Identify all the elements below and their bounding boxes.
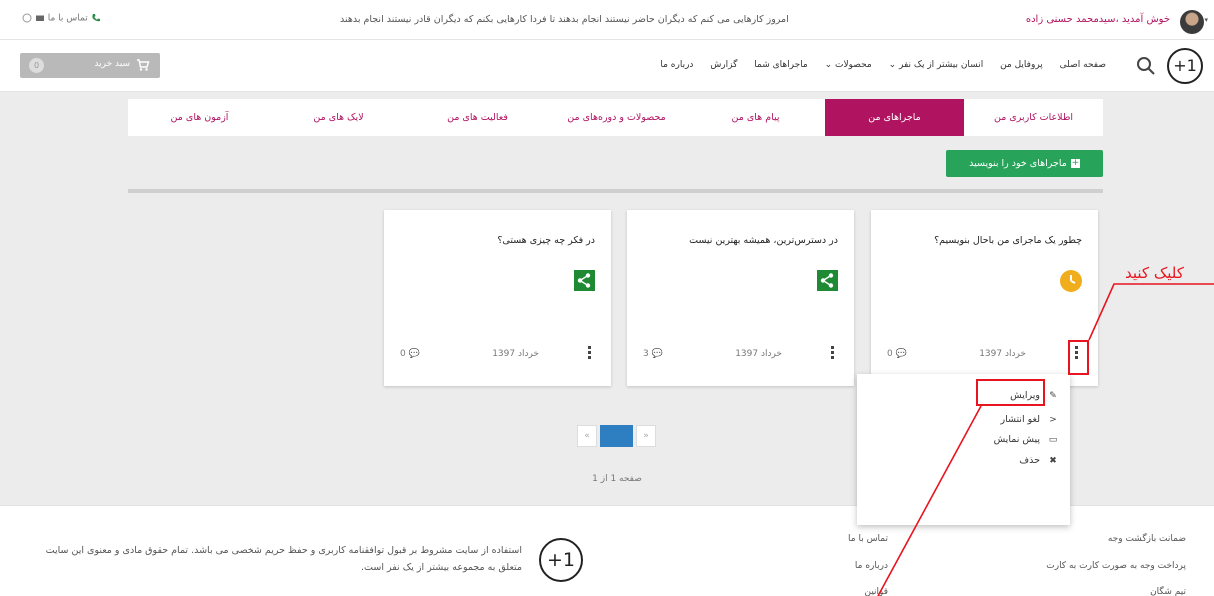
menu-item-products[interactable]: محصولات ⌄ [825,60,872,70]
menu-item-about[interactable]: درباره ما [660,60,693,70]
tab-my-messages[interactable]: پیام های من [686,99,825,136]
menu-item-more-than-one[interactable]: انسان بیشتر از یک نفر ⌄ [889,60,984,70]
footer-terms-text: استفاده از سایت مشروط بر قبول توافقنامه … [45,545,522,573]
story-card[interactable]: چطور یک ماجرای من باحال بنویسیم؟ خرداد 1… [871,210,1098,386]
comment-icon: 💬 [651,349,663,359]
pagination: « 1 » [577,425,656,447]
profile-tabs: اطلاعات کاربری من ماجراهای من پیام های م… [128,99,1103,136]
story-date: خرداد 1397 [735,349,782,359]
share-icon[interactable] [574,270,595,291]
footer-link-rules[interactable]: قوانین [864,587,888,596]
menu-item-profile[interactable]: پروفایل من [1000,60,1043,70]
comment-icon: 💬 [408,349,420,359]
clock-icon [1060,270,1082,292]
story-title[interactable]: در فکر چه چیزی هستی؟ [497,235,595,246]
cart-button[interactable]: سبد خرید 0 [20,53,160,78]
menu-item-preview[interactable]: ▭ پیش نمایش [994,434,1058,445]
write-story-label: ماجراهای خود را بنویسید [969,158,1067,169]
main-navbar: +1 صفحه اصلی پروفایل من انسان بیشتر از ی… [0,40,1214,92]
comment-count-value: 0 [887,349,893,359]
tab-my-likes[interactable]: لایک های من [269,99,408,136]
phone-icon [91,14,100,22]
pagination-prev[interactable]: « [577,425,597,447]
share-icon[interactable] [817,270,838,291]
contact-link[interactable]: تماس با ما [22,13,101,24]
menu-item-stories[interactable]: ماجراهای شما [754,60,807,70]
menu-item-unpublish[interactable]: < لغو انتشار [1000,414,1058,425]
cart-count-badge: 0 [29,58,44,73]
comment-icon: 💬 [895,349,907,359]
menu-item-home[interactable]: صفحه اصلی [1060,60,1106,70]
story-date: خرداد 1397 [492,349,539,359]
cart-icon [137,59,150,71]
tab-my-exams[interactable]: آزمون های من [130,99,269,136]
story-title[interactable]: در دسترس‌ترین، همیشه بهترین نیست [689,235,838,246]
footer-link-about[interactable]: درباره ما [855,561,888,571]
menu-item-label: لغو انتشار [1000,414,1040,425]
site-logo[interactable]: +1 [1167,48,1203,84]
tab-my-stories[interactable]: ماجراهای من [825,99,964,136]
menu-item-delete[interactable]: ✖ حذف [1019,455,1058,466]
comment-count-value: 3 [643,349,649,359]
share-icon: < [1049,415,1057,425]
pagination-next[interactable]: » [636,425,656,447]
search-icon[interactable] [1136,56,1156,76]
close-icon: ✖ [1049,456,1057,466]
footer-logo[interactable]: +1 [539,538,583,582]
menu-item-label: حذف [1019,455,1040,466]
mail-icon [35,15,44,21]
comment-count: 0 💬 [887,349,907,359]
write-story-button[interactable]: +ماجراهای خود را بنویسید [946,150,1103,177]
pagination-page-current[interactable]: 1 [600,425,633,447]
cart-label: سبد خرید [94,59,130,69]
tab-my-activities[interactable]: فعالیت های من [408,99,547,136]
tab-user-info[interactable]: اطلاعات کاربری من [964,99,1103,136]
top-bar: ▾ خوش آمدید ،سیدمحمد حسنی زاده امروز کار… [0,0,1214,40]
story-card[interactable]: در دسترس‌ترین، همیشه بهترین نیست خرداد 1… [627,210,854,386]
annotation-highlight-kebab [1068,340,1089,375]
divider [128,189,1103,193]
pagination-info: صفحه 1 از 1 [592,474,642,484]
comment-count-value: 0 [400,349,406,359]
footer-link-contact[interactable]: تماس با ما [848,534,888,544]
clock-small-icon [22,13,32,23]
menu-item-report[interactable]: گزارش [710,60,737,70]
more-options-button[interactable] [826,344,838,364]
plus-icon: + [1070,158,1080,168]
main-menu: صفحه اصلی پروفایل من انسان بیشتر از یک ن… [646,60,1106,70]
annotation-line-kebab [1088,283,1214,341]
slogan-text: امروز کارهایی می کنم که دیگران حاضر نیست… [340,14,789,25]
footer-link-team[interactable]: تیم شگان [1150,587,1186,596]
contact-label: تماس با ما [47,13,88,24]
comment-count: 3 💬 [643,349,663,359]
pencil-icon: ✎ [1049,391,1057,401]
comment-count: 0 💬 [400,349,420,359]
story-card[interactable]: در فکر چه چیزی هستی؟ خرداد 1397 0 💬 [384,210,611,386]
welcome-text: خوش آمدید ،سیدمحمد حسنی زاده [1025,14,1170,25]
more-options-button[interactable] [583,344,595,364]
avatar[interactable] [1180,10,1204,34]
story-date: خرداد 1397 [979,349,1026,359]
monitor-icon: ▭ [1048,435,1058,445]
footer-link-refund[interactable]: ضمانت بازگشت وجه [1108,534,1186,544]
story-title[interactable]: چطور یک ماجرای من باحال بنویسیم؟ [934,235,1082,246]
tab-my-products[interactable]: محصولات و دوره‌های من [547,99,686,136]
annotation-highlight-edit [976,379,1045,406]
annotation-click-note: کلیک کنید [1125,264,1184,282]
footer-link-card-payment[interactable]: پرداخت وجه به صورت کارت به کارت [1046,561,1186,571]
menu-item-label: پیش نمایش [993,434,1040,445]
chevron-down-icon[interactable]: ▾ [1204,16,1208,24]
